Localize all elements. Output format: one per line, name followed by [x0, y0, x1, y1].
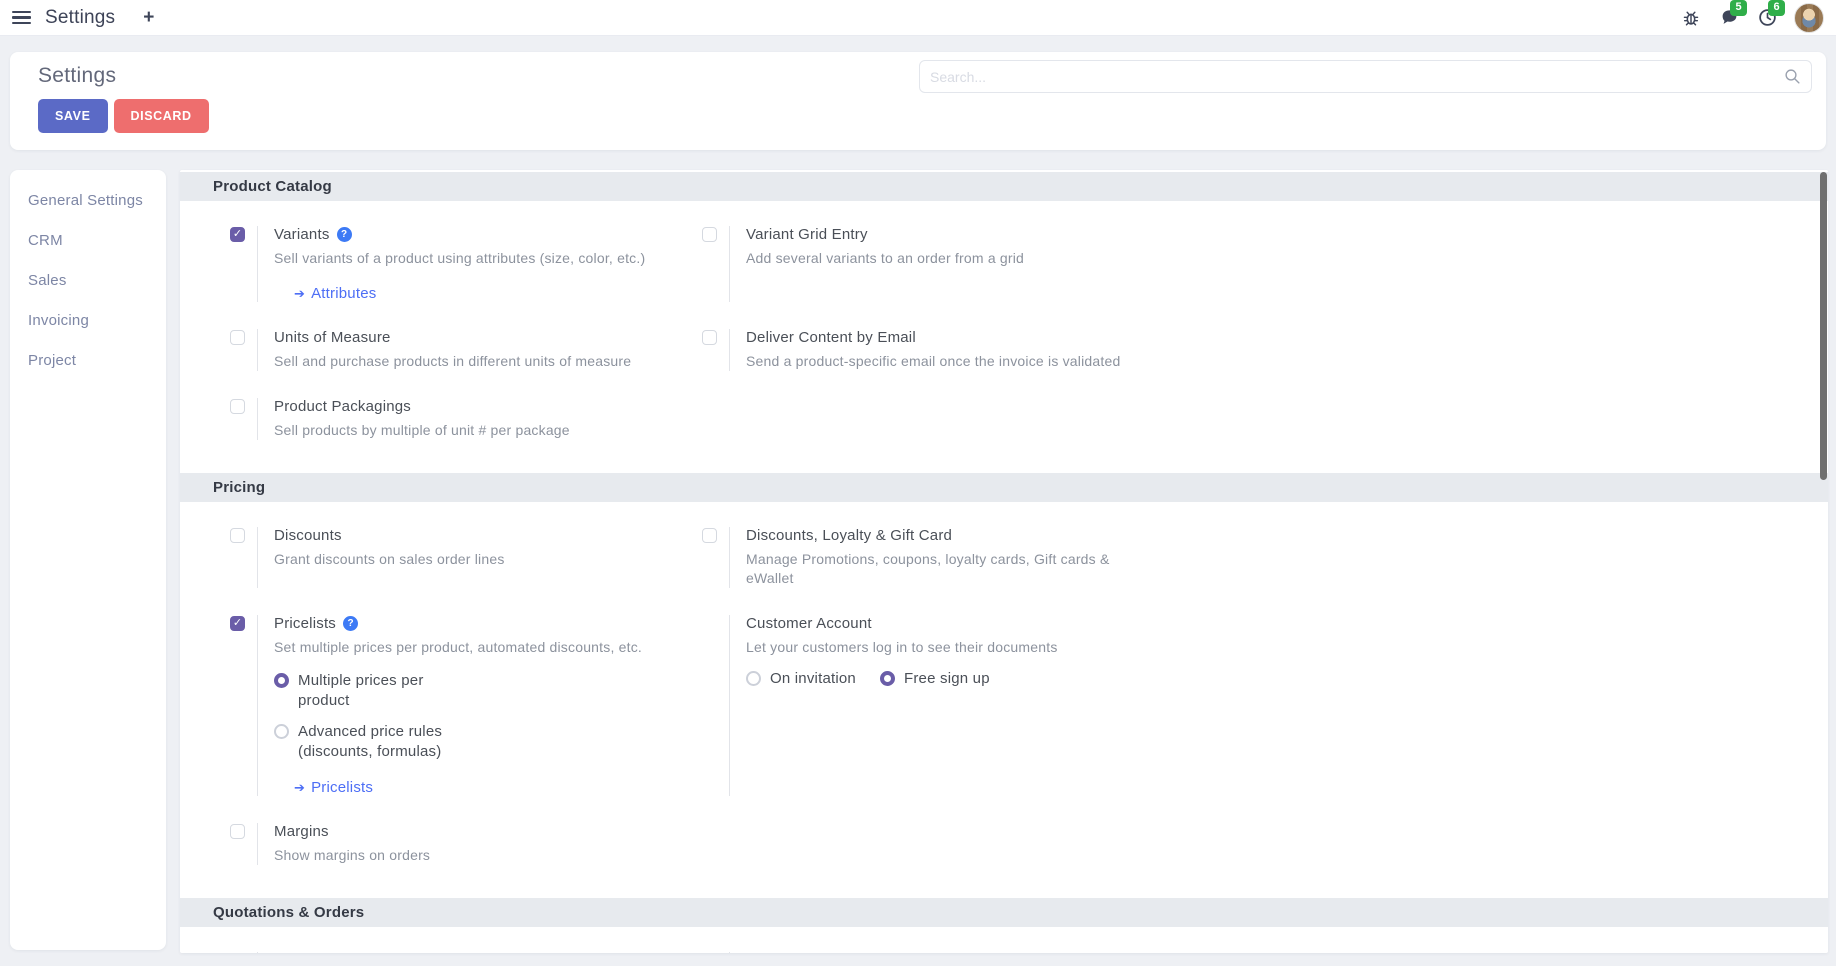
units-of-measure-checkbox[interactable]	[230, 330, 245, 345]
variants-checkbox[interactable]	[230, 227, 245, 242]
hamburger-menu-icon[interactable]	[12, 11, 31, 25]
arrow-right-icon	[294, 287, 305, 300]
pricelists-checkbox[interactable]	[230, 616, 245, 631]
loyalty-checkbox[interactable]	[702, 528, 717, 543]
settings-sidebar: General Settings CRM Sales Invoicing Pro…	[10, 170, 166, 950]
setting-units-of-measure: Units of Measure Sell and purchase produ…	[180, 329, 702, 371]
arrow-right-icon	[294, 781, 305, 794]
units-of-measure-label: Units of Measure	[274, 329, 391, 346]
radio-button[interactable]	[880, 671, 895, 686]
settings-header-card: Settings SAVE DISCARD	[10, 52, 1826, 150]
deliver-content-desc: Send a product-specific email once the i…	[746, 352, 1120, 371]
pricelists-option-advanced-rules[interactable]: Advanced price rules (discounts, formula…	[274, 722, 642, 762]
radio-button[interactable]	[746, 671, 761, 686]
pricelists-desc: Set multiple prices per product, automat…	[274, 638, 642, 657]
sidebar-item-project[interactable]: Project	[10, 341, 166, 381]
setting-margins: Margins Show margins on orders	[180, 823, 702, 865]
pricelists-option-multiple-prices[interactable]: Multiple prices per product	[274, 671, 642, 711]
sidebar-item-sales[interactable]: Sales	[10, 261, 166, 301]
discounts-desc: Grant discounts on sales order lines	[274, 550, 505, 569]
bug-icon[interactable]	[1680, 7, 1702, 29]
setting-variant-grid-entry: Variant Grid Entry Add several variants …	[702, 226, 1828, 302]
customer-account-desc: Let your customers log in to see their d…	[746, 638, 1058, 657]
user-avatar[interactable]	[1794, 3, 1824, 33]
attributes-link[interactable]: Attributes	[294, 285, 645, 302]
setting-pricelists: Pricelists Set multiple prices per produ…	[180, 615, 702, 796]
margins-label: Margins	[274, 823, 329, 840]
deliver-content-checkbox[interactable]	[702, 330, 717, 345]
radio-button[interactable]	[274, 724, 289, 739]
units-of-measure-desc: Sell and purchase products in different …	[274, 352, 631, 371]
online-signature-label: Online Signature	[274, 952, 389, 953]
product-packagings-label: Product Packagings	[274, 398, 411, 415]
variant-grid-entry-label: Variant Grid Entry	[746, 226, 868, 243]
discounts-label: Discounts	[274, 527, 342, 544]
setting-deliver-content-by-email: Deliver Content by Email Send a product-…	[702, 329, 1828, 371]
setting-online-payment: Online Payment Request an online payment…	[702, 952, 1828, 953]
variant-grid-entry-checkbox[interactable]	[702, 227, 717, 242]
search-icon[interactable]	[1784, 68, 1801, 85]
setting-customer-account: Customer Account Let your customers log …	[702, 615, 1828, 796]
sidebar-item-invoicing[interactable]: Invoicing	[10, 301, 166, 341]
product-packagings-desc: Sell products by multiple of unit # per …	[274, 421, 570, 440]
online-payment-label: Online Payment	[746, 952, 856, 953]
help-icon[interactable]	[343, 616, 358, 631]
save-button[interactable]: SAVE	[38, 99, 108, 133]
setting-loyalty-gift-card: Discounts, Loyalty & Gift Card Manage Pr…	[702, 527, 1828, 588]
setting-variants: Variants Sell variants of a product usin…	[180, 226, 702, 302]
customer-account-option-on-invitation[interactable]: On invitation	[746, 669, 856, 689]
quotations-rows: Online Signature Request an online signa…	[180, 927, 1828, 953]
setting-online-signature: Online Signature Request an online signa…	[180, 952, 702, 953]
activities-count-badge: 6	[1768, 0, 1785, 16]
search-bar[interactable]	[919, 60, 1812, 93]
app-title: Settings	[45, 7, 115, 29]
product-packagings-checkbox[interactable]	[230, 399, 245, 414]
margins-checkbox[interactable]	[230, 824, 245, 839]
top-navbar: Settings + 5 6	[0, 0, 1836, 36]
messages-icon[interactable]: 5	[1718, 7, 1740, 29]
variants-desc: Sell variants of a product using attribu…	[274, 249, 645, 268]
margins-desc: Show margins on orders	[274, 846, 430, 865]
product-catalog-rows: Variants Sell variants of a product usin…	[180, 201, 1828, 471]
discounts-checkbox[interactable]	[230, 528, 245, 543]
deliver-content-label: Deliver Content by Email	[746, 329, 916, 346]
radio-button[interactable]	[274, 673, 289, 688]
setting-discounts: Discounts Grant discounts on sales order…	[180, 527, 702, 588]
settings-main-panel: Product Catalog Variants Sell variants o…	[180, 170, 1828, 953]
variants-label: Variants	[274, 226, 330, 243]
sidebar-item-general-settings[interactable]: General Settings	[10, 181, 166, 221]
customer-account-option-free-sign-up[interactable]: Free sign up	[880, 669, 990, 689]
section-header-quotations-orders: Quotations & Orders	[180, 898, 1828, 927]
loyalty-label: Discounts, Loyalty & Gift Card	[746, 527, 952, 544]
plus-icon[interactable]: +	[143, 8, 154, 27]
search-input[interactable]	[930, 69, 1784, 85]
sidebar-item-crm[interactable]: CRM	[10, 221, 166, 261]
vertical-scrollbar[interactable]	[1820, 172, 1827, 480]
pricelists-link[interactable]: Pricelists	[294, 779, 642, 796]
setting-product-packagings: Product Packagings Sell products by mult…	[180, 398, 702, 440]
section-header-pricing: Pricing	[180, 473, 1828, 502]
section-header-product-catalog: Product Catalog	[180, 172, 1828, 201]
activities-clock-icon[interactable]: 6	[1756, 7, 1778, 29]
pricelists-label: Pricelists	[274, 615, 336, 632]
messages-count-badge: 5	[1730, 0, 1747, 16]
pricing-rows: Discounts Grant discounts on sales order…	[180, 502, 1828, 896]
customer-account-label: Customer Account	[746, 615, 872, 632]
discard-button[interactable]: DISCARD	[114, 99, 209, 133]
loyalty-desc: Manage Promotions, coupons, loyalty card…	[746, 550, 1156, 588]
help-icon[interactable]	[337, 227, 352, 242]
variant-grid-entry-desc: Add several variants to an order from a …	[746, 249, 1024, 268]
